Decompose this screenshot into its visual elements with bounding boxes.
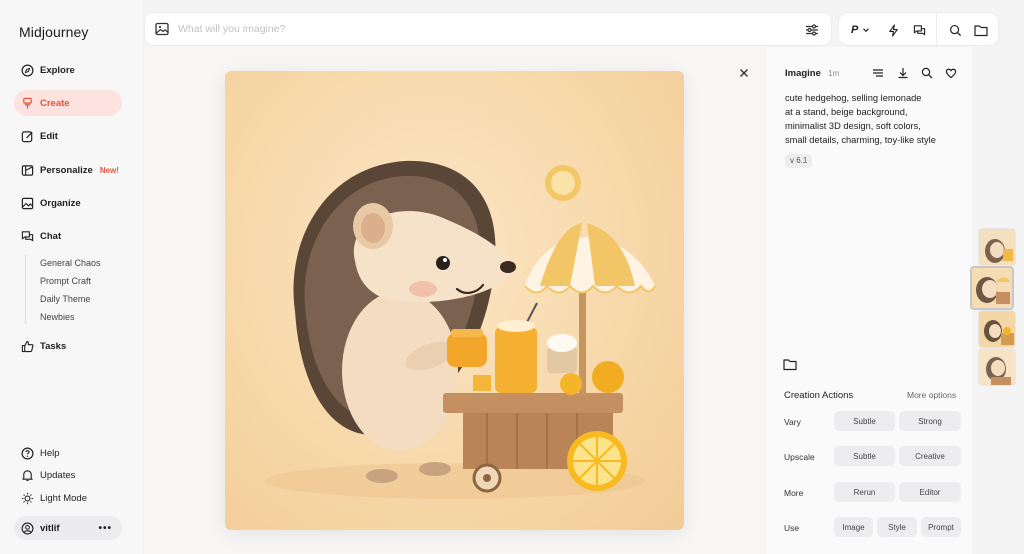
- chat-room-item[interactable]: Newbies: [40, 308, 101, 326]
- imagine-bar: [144, 12, 832, 46]
- sidebar: Midjourney Explore Create Edit Personali…: [0, 0, 143, 554]
- compass-icon: [21, 64, 34, 77]
- vary-subtle-button[interactable]: Subtle: [834, 411, 895, 431]
- avatar: [21, 522, 34, 535]
- use-style-button[interactable]: Style: [877, 517, 917, 537]
- personalize-letter: P: [851, 24, 859, 36]
- top-tools: P: [838, 12, 999, 47]
- sidebar-item-create[interactable]: Create: [14, 90, 122, 116]
- prompt-line: cute hedgehog, selling lemonade: [785, 93, 922, 103]
- prompt-line: minimalist 3D design, soft colors,: [785, 121, 921, 131]
- hedgehog-lemonade-artwork: [265, 160, 656, 499]
- settings-sliders-icon[interactable]: [805, 23, 819, 42]
- sidebar-item-chat[interactable]: Chat: [14, 223, 122, 249]
- upscale-creative-button[interactable]: Creative: [899, 446, 961, 466]
- prompt-line: small details, charming, toy-like style: [785, 135, 936, 145]
- chevron-down-icon: [862, 21, 870, 39]
- prompt-line: at a stand, beige background,: [785, 107, 908, 117]
- new-badge: New!: [99, 165, 119, 175]
- personalize-toggle[interactable]: P: [851, 22, 877, 38]
- sidebar-item-label: Help: [40, 447, 60, 459]
- sidebar-item-label: Personalize: [40, 164, 93, 176]
- thumbnail[interactable]: [978, 310, 1016, 348]
- search-icon[interactable]: [947, 22, 963, 38]
- user-menu[interactable]: vitlif •••: [14, 516, 122, 540]
- thumbnail[interactable]: [978, 348, 1016, 386]
- vary-strong-button[interactable]: Strong: [899, 411, 961, 431]
- bolt-icon[interactable]: [885, 22, 901, 38]
- thumbs-up-icon: [21, 340, 34, 353]
- folder-icon[interactable]: [973, 22, 989, 38]
- creation-actions-title: Creation Actions: [784, 390, 854, 401]
- folder-icon[interactable]: [783, 358, 797, 372]
- brush-icon: [21, 97, 34, 110]
- rerun-button[interactable]: Rerun: [834, 482, 895, 502]
- prompt-text: cute hedgehog, selling lemonade at a sta…: [785, 91, 965, 147]
- close-icon[interactable]: [737, 66, 751, 80]
- chat-toggle-icon[interactable]: [911, 22, 927, 38]
- use-image-button[interactable]: Image: [834, 517, 873, 537]
- more-icon[interactable]: •••: [98, 523, 112, 534]
- image-icon: [21, 197, 34, 210]
- chat-rooms-list: General Chaos Prompt Craft Daily Theme N…: [25, 254, 101, 324]
- chat-icon: [21, 230, 34, 243]
- editor-button[interactable]: Editor: [899, 482, 961, 502]
- download-icon[interactable]: [896, 66, 910, 80]
- sun-icon: [21, 492, 34, 505]
- sidebar-item-personalize[interactable]: Personalize New!: [14, 157, 122, 183]
- row-label-use: Use: [784, 523, 800, 533]
- sidebar-item-label: Edit: [40, 130, 58, 142]
- row-label-vary: Vary: [784, 417, 801, 427]
- sidebar-item-edit[interactable]: Edit: [14, 123, 122, 149]
- sidebar-item-organize[interactable]: Organize: [14, 190, 122, 216]
- generated-image[interactable]: [225, 71, 684, 530]
- sidebar-item-explore[interactable]: Explore: [14, 57, 122, 83]
- details-title: Imagine: [785, 68, 821, 79]
- help-icon: [21, 447, 34, 460]
- toolbar-divider: [936, 13, 937, 47]
- details-timestamp: 1m: [828, 69, 840, 78]
- search-similar-icon[interactable]: [920, 66, 934, 80]
- sidebar-item-label: Updates: [40, 469, 76, 481]
- prompt-input[interactable]: [178, 23, 778, 35]
- sidebar-item-tasks[interactable]: Tasks: [14, 333, 122, 359]
- use-prompt-button[interactable]: Prompt: [921, 517, 961, 537]
- version-badge: v 6.1: [785, 154, 813, 168]
- upscale-subtle-button[interactable]: Subtle: [834, 446, 895, 466]
- app-logo[interactable]: Midjourney: [19, 24, 88, 40]
- thumbnail-selected[interactable]: [970, 266, 1014, 310]
- row-label-upscale: Upscale: [784, 452, 815, 462]
- bell-icon: [21, 469, 34, 482]
- heart-icon[interactable]: [944, 66, 958, 80]
- sidebar-item-label: Chat: [40, 230, 62, 242]
- edit-icon: [21, 130, 34, 143]
- row-label-more: More: [784, 488, 804, 498]
- sidebar-item-label: Tasks: [40, 340, 67, 352]
- chat-room-item[interactable]: Daily Theme: [40, 290, 101, 308]
- list-menu-icon[interactable]: [871, 66, 885, 80]
- thumbnail[interactable]: [978, 228, 1016, 266]
- sidebar-item-label: Light Mode: [40, 492, 88, 504]
- personalize-icon: [21, 164, 34, 177]
- username: vitlif: [40, 522, 60, 534]
- chat-room-item[interactable]: Prompt Craft: [40, 272, 101, 290]
- image-upload-icon[interactable]: [155, 22, 169, 36]
- sidebar-item-label: Create: [40, 97, 70, 109]
- more-options-link[interactable]: More options: [907, 390, 956, 400]
- sidebar-item-light-mode[interactable]: Light Mode: [14, 485, 122, 511]
- chat-room-item[interactable]: General Chaos: [40, 254, 101, 272]
- sidebar-item-label: Explore: [40, 64, 75, 76]
- sidebar-item-label: Organize: [40, 197, 81, 209]
